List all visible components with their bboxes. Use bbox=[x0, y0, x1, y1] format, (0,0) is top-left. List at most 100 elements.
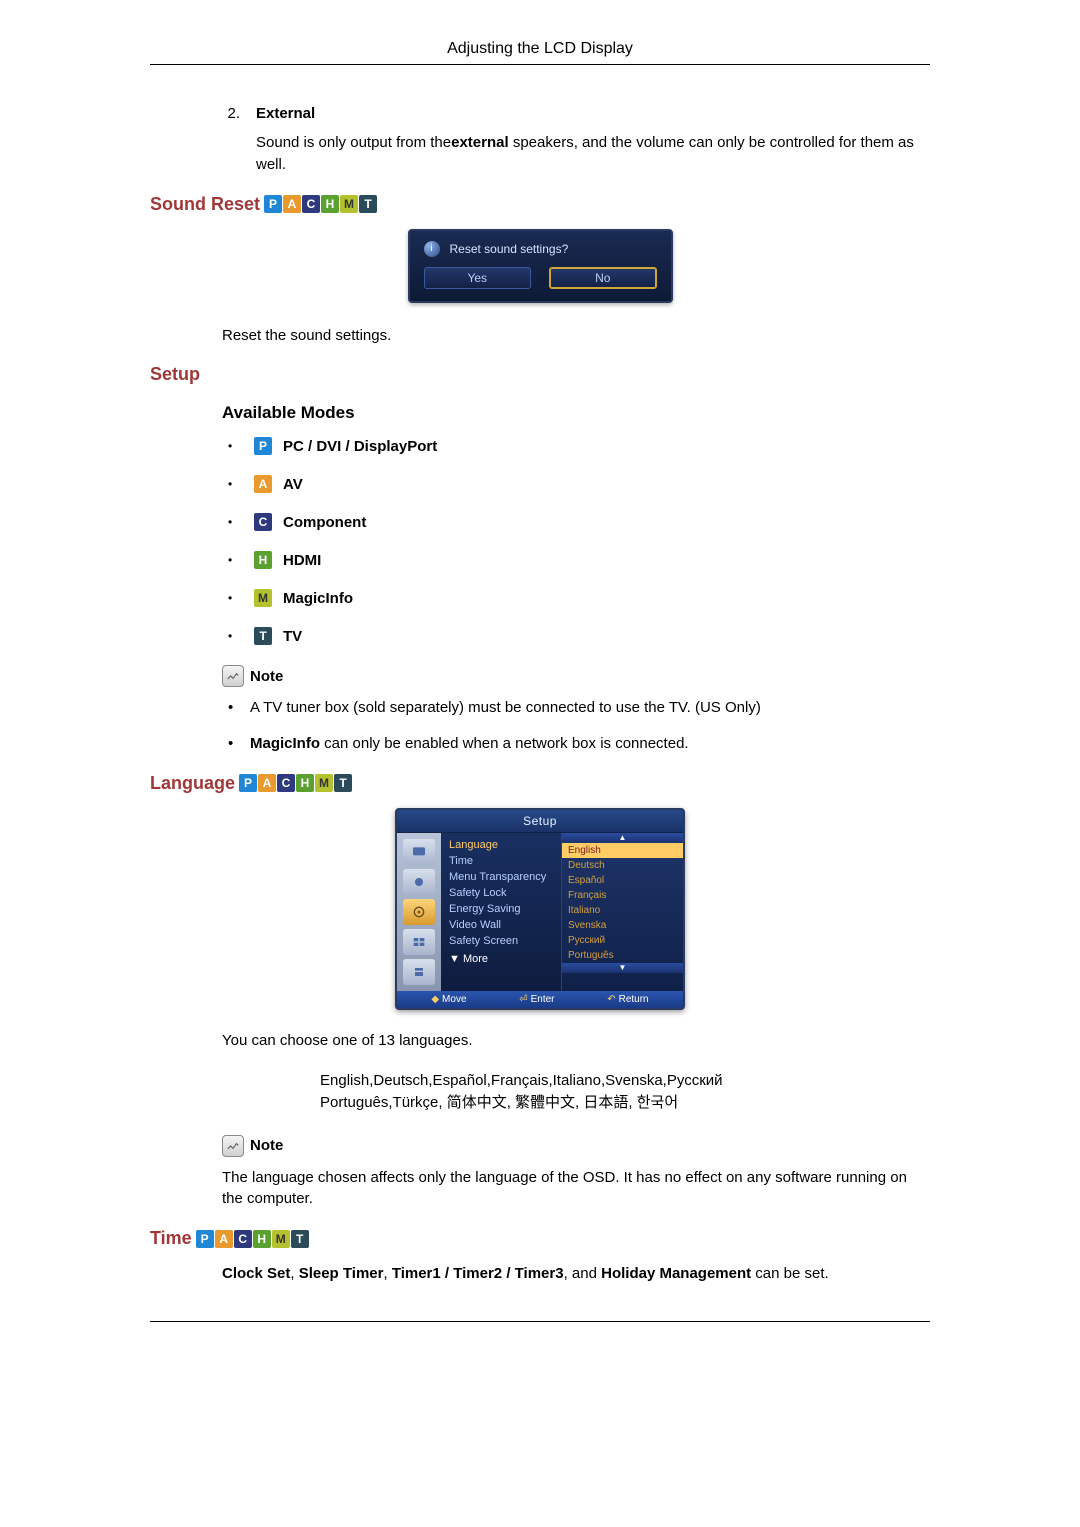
osd-hint-enter: ⏎Enter bbox=[519, 994, 554, 1005]
external-description: Sound is only output from theexternal sp… bbox=[256, 132, 930, 176]
text-bold: Timer1 / Timer2 / Timer3 bbox=[392, 1265, 564, 1282]
p-icon: P bbox=[254, 437, 272, 455]
dialog-no-button[interactable]: No bbox=[549, 267, 657, 289]
osd-tab-multi-icon[interactable] bbox=[403, 929, 435, 955]
mode-label: PC / DVI / DisplayPort bbox=[283, 438, 437, 455]
osd-lang-italiano[interactable]: Italiano bbox=[562, 903, 683, 918]
text-bold: Holiday Management bbox=[601, 1265, 751, 1282]
c-icon: C bbox=[254, 513, 272, 531]
scroll-down-icon[interactable]: ▼ bbox=[562, 963, 683, 973]
text-fragment: can be set. bbox=[751, 1265, 829, 1282]
section-note-language: Note The language chosen affects only th… bbox=[222, 1135, 930, 1211]
note-icon bbox=[222, 1135, 244, 1157]
text-fragment: Enter bbox=[531, 994, 555, 1005]
osd-lang-portugues[interactable]: Português bbox=[562, 948, 683, 963]
text-fragment: Move bbox=[442, 994, 466, 1005]
mode-item-hdmi: H HDMI bbox=[228, 551, 930, 569]
osd-lang-deutsch[interactable]: Deutsch bbox=[562, 858, 683, 873]
osd-tab-picture-icon[interactable] bbox=[403, 839, 435, 865]
mode-icons-strip: P A C H M T bbox=[196, 1230, 310, 1248]
section-time-desc: Clock Set, Sleep Timer, Timer1 / Timer2 … bbox=[222, 1263, 930, 1285]
osd-tab-sound-icon[interactable] bbox=[403, 869, 435, 895]
text-fragment: , and bbox=[564, 1265, 602, 1282]
osd-item-time[interactable]: Time bbox=[449, 855, 553, 867]
m-icon: M bbox=[254, 589, 272, 607]
osd-lang-espanol[interactable]: Español bbox=[562, 873, 683, 888]
osd-lang-russian[interactable]: Русский bbox=[562, 933, 683, 948]
mode-label: HDMI bbox=[283, 552, 321, 569]
section-available-modes: Available Modes P PC / DVI / DisplayPort… bbox=[222, 403, 930, 755]
text-fragment: MagicInfo can only be enabled when a net… bbox=[250, 733, 689, 755]
h-icon: H bbox=[296, 774, 314, 792]
text-fragment: Sound is only output from the bbox=[256, 134, 451, 151]
osd-setup-panel: Setup Language Time Menu Transparency Sa… bbox=[395, 808, 685, 1010]
text-bold: MagicInfo bbox=[250, 735, 320, 752]
c-icon: C bbox=[277, 774, 295, 792]
a-icon: A bbox=[254, 475, 272, 493]
osd-tab-info-icon[interactable] bbox=[403, 959, 435, 985]
p-icon: P bbox=[196, 1230, 214, 1248]
p-icon: P bbox=[239, 774, 257, 792]
osd-item-language[interactable]: Language bbox=[449, 839, 553, 851]
osd-sidebar bbox=[397, 833, 441, 991]
section-language-desc: You can choose one of 13 languages. bbox=[222, 1030, 930, 1052]
m-icon: M bbox=[340, 195, 358, 213]
osd-tab-setup-icon[interactable] bbox=[403, 899, 435, 925]
heading-text: Time bbox=[150, 1228, 192, 1249]
available-modes-heading: Available Modes bbox=[222, 403, 930, 423]
t-icon: T bbox=[359, 195, 377, 213]
a-icon: A bbox=[258, 774, 276, 792]
heading-setup: Setup bbox=[150, 364, 930, 385]
note-text: The language chosen affects only the lan… bbox=[222, 1167, 930, 1211]
osd-lang-english[interactable]: English bbox=[562, 843, 683, 858]
language-list: English,Deutsch,Español,Français,Italian… bbox=[320, 1070, 930, 1115]
heading-time: Time P A C H M T bbox=[150, 1228, 930, 1249]
m-icon: M bbox=[315, 774, 333, 792]
text-bold-external: external bbox=[451, 134, 509, 151]
section-external: 2. External Sound is only output from th… bbox=[222, 105, 930, 176]
note-bullets: A TV tuner box (sold separately) must be… bbox=[228, 697, 930, 755]
mode-label: AV bbox=[283, 476, 303, 493]
osd-item-menu-transparency[interactable]: Menu Transparency bbox=[449, 871, 553, 883]
a-icon: A bbox=[215, 1230, 233, 1248]
dialog-yes-button[interactable]: Yes bbox=[424, 267, 532, 289]
dialog-question: Reset sound settings? bbox=[450, 242, 569, 256]
text-bold: Sleep Timer bbox=[299, 1265, 384, 1282]
mode-label: Component bbox=[283, 514, 366, 531]
mode-item-tv: T TV bbox=[228, 627, 930, 645]
note-icon bbox=[222, 665, 244, 687]
sound-reset-desc: Reset the sound settings. bbox=[222, 325, 930, 347]
osd-item-video-wall[interactable]: Video Wall bbox=[449, 919, 553, 931]
a-icon: A bbox=[283, 195, 301, 213]
mode-icons-strip: P A C H M T bbox=[239, 774, 353, 792]
osd-lang-svenska[interactable]: Svenska bbox=[562, 918, 683, 933]
osd-footer: ◆Move ⏎Enter ↶Return bbox=[397, 991, 683, 1008]
osd-language-options: ▲ English Deutsch Español Français Itali… bbox=[561, 833, 683, 991]
note-bullet-tv: A TV tuner box (sold separately) must be… bbox=[228, 697, 930, 719]
osd-item-safety-lock[interactable]: Safety Lock bbox=[449, 887, 553, 899]
osd-title: Setup bbox=[397, 810, 683, 833]
scroll-up-icon[interactable]: ▲ bbox=[562, 833, 683, 843]
osd-hint-move: ◆Move bbox=[431, 994, 466, 1005]
osd-item-safety-screen[interactable]: Safety Screen bbox=[449, 935, 553, 947]
t-icon: T bbox=[291, 1230, 309, 1248]
note-block: Note bbox=[222, 1135, 930, 1157]
mode-item-component: C Component bbox=[228, 513, 930, 531]
language-list-line2: Português,Türkçe, 简体中文, 繁體中文, 日本語, 한국어 bbox=[320, 1092, 930, 1115]
page-header: Adjusting the LCD Display bbox=[150, 40, 930, 65]
text-fragment: , bbox=[383, 1265, 391, 1282]
h-icon: H bbox=[253, 1230, 271, 1248]
osd-lang-francais[interactable]: Français bbox=[562, 888, 683, 903]
osd-item-energy-saving[interactable]: Energy Saving bbox=[449, 903, 553, 915]
text-fragment: Return bbox=[619, 994, 649, 1005]
text-bold: Clock Set bbox=[222, 1265, 290, 1282]
modes-list: P PC / DVI / DisplayPort A AV C Componen… bbox=[228, 437, 930, 645]
mode-item-magicinfo: M MagicInfo bbox=[228, 589, 930, 607]
info-icon: i bbox=[424, 241, 440, 257]
mode-label: TV bbox=[283, 628, 302, 645]
osd-item-more[interactable]: ▼ More bbox=[449, 953, 553, 965]
note-label: Note bbox=[250, 668, 283, 685]
text-fragment: , bbox=[290, 1265, 298, 1282]
t-icon: T bbox=[254, 627, 272, 645]
note-block: Note bbox=[222, 665, 930, 687]
